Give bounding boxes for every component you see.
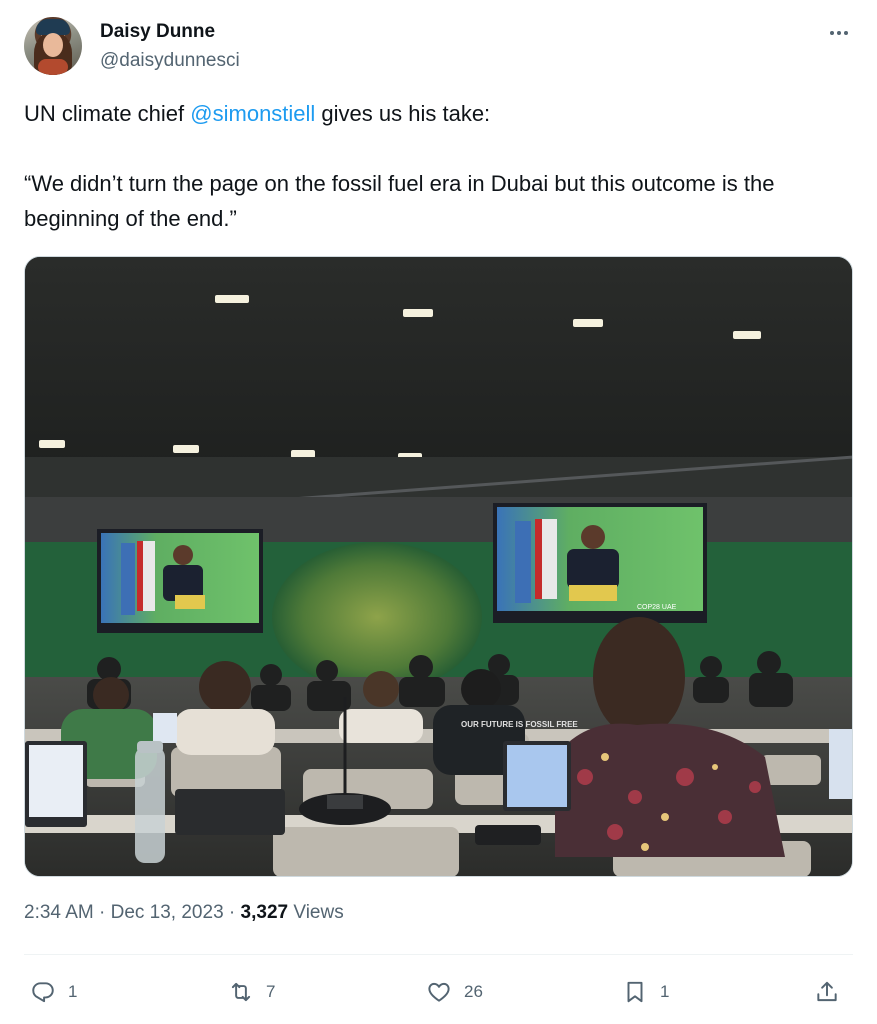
tweet-time[interactable]: 2:34 AM — [24, 902, 94, 923]
tweet-header: Daisy Dunne @daisydunnesci — [24, 17, 853, 77]
reply-button[interactable]: 1 — [30, 972, 77, 1012]
tweet-photo[interactable]: COP28 UAE OUR FUTURE IS FOSSIL FREE — [24, 256, 853, 877]
action-bar: 1 7 26 1 — [24, 972, 853, 1012]
divider — [24, 954, 853, 955]
author-display-name[interactable]: Daisy Dunne — [100, 21, 215, 43]
views-count: 3,327 — [240, 902, 289, 923]
bookmark-count: 1 — [660, 982, 670, 1001]
heart-icon — [428, 982, 450, 1002]
views-label: Views — [293, 902, 344, 923]
bookmark-button[interactable]: 1 — [622, 972, 669, 1012]
tweet-quote: “We didn’t turn the page on the fossil f… — [24, 171, 775, 231]
reply-icon — [32, 982, 54, 1003]
author-handle[interactable]: @daisydunnesci — [100, 50, 240, 72]
avatar[interactable] — [24, 17, 82, 75]
bookmark-icon — [627, 981, 643, 1003]
repost-button[interactable]: 7 — [228, 972, 275, 1012]
like-button[interactable]: 26 — [426, 972, 483, 1012]
screen-logo-text: COP28 UAE — [637, 604, 677, 611]
like-count: 26 — [464, 982, 483, 1001]
tweet-line-1: UN climate chief @simonstiell gives us h… — [24, 96, 853, 131]
conference-hall-photo: COP28 UAE OUR FUTURE IS FOSSIL FREE — [25, 257, 852, 876]
repost-count: 7 — [266, 982, 276, 1001]
meta-separator: · — [228, 902, 236, 923]
more-options-icon[interactable] — [825, 19, 853, 47]
shirt-text: OUR FUTURE IS FOSSIL FREE — [461, 720, 578, 729]
reply-count: 1 — [68, 982, 78, 1001]
tweet-meta: 2:34 AM · Dec 13, 2023 · 3,327 Views — [24, 902, 344, 924]
share-button[interactable] — [814, 972, 840, 1012]
tweet-text-segment: gives us his take: — [315, 101, 491, 126]
meta-separator: · — [99, 902, 106, 923]
tweet-text: UN climate chief @simonstiell gives us h… — [24, 96, 853, 236]
mention-link[interactable]: @simonstiell — [190, 101, 315, 126]
share-icon — [817, 981, 837, 1002]
repost-icon — [231, 982, 251, 1002]
tweet-date[interactable]: Dec 13, 2023 — [111, 902, 224, 923]
tweet-text-segment: UN climate chief — [24, 101, 191, 126]
